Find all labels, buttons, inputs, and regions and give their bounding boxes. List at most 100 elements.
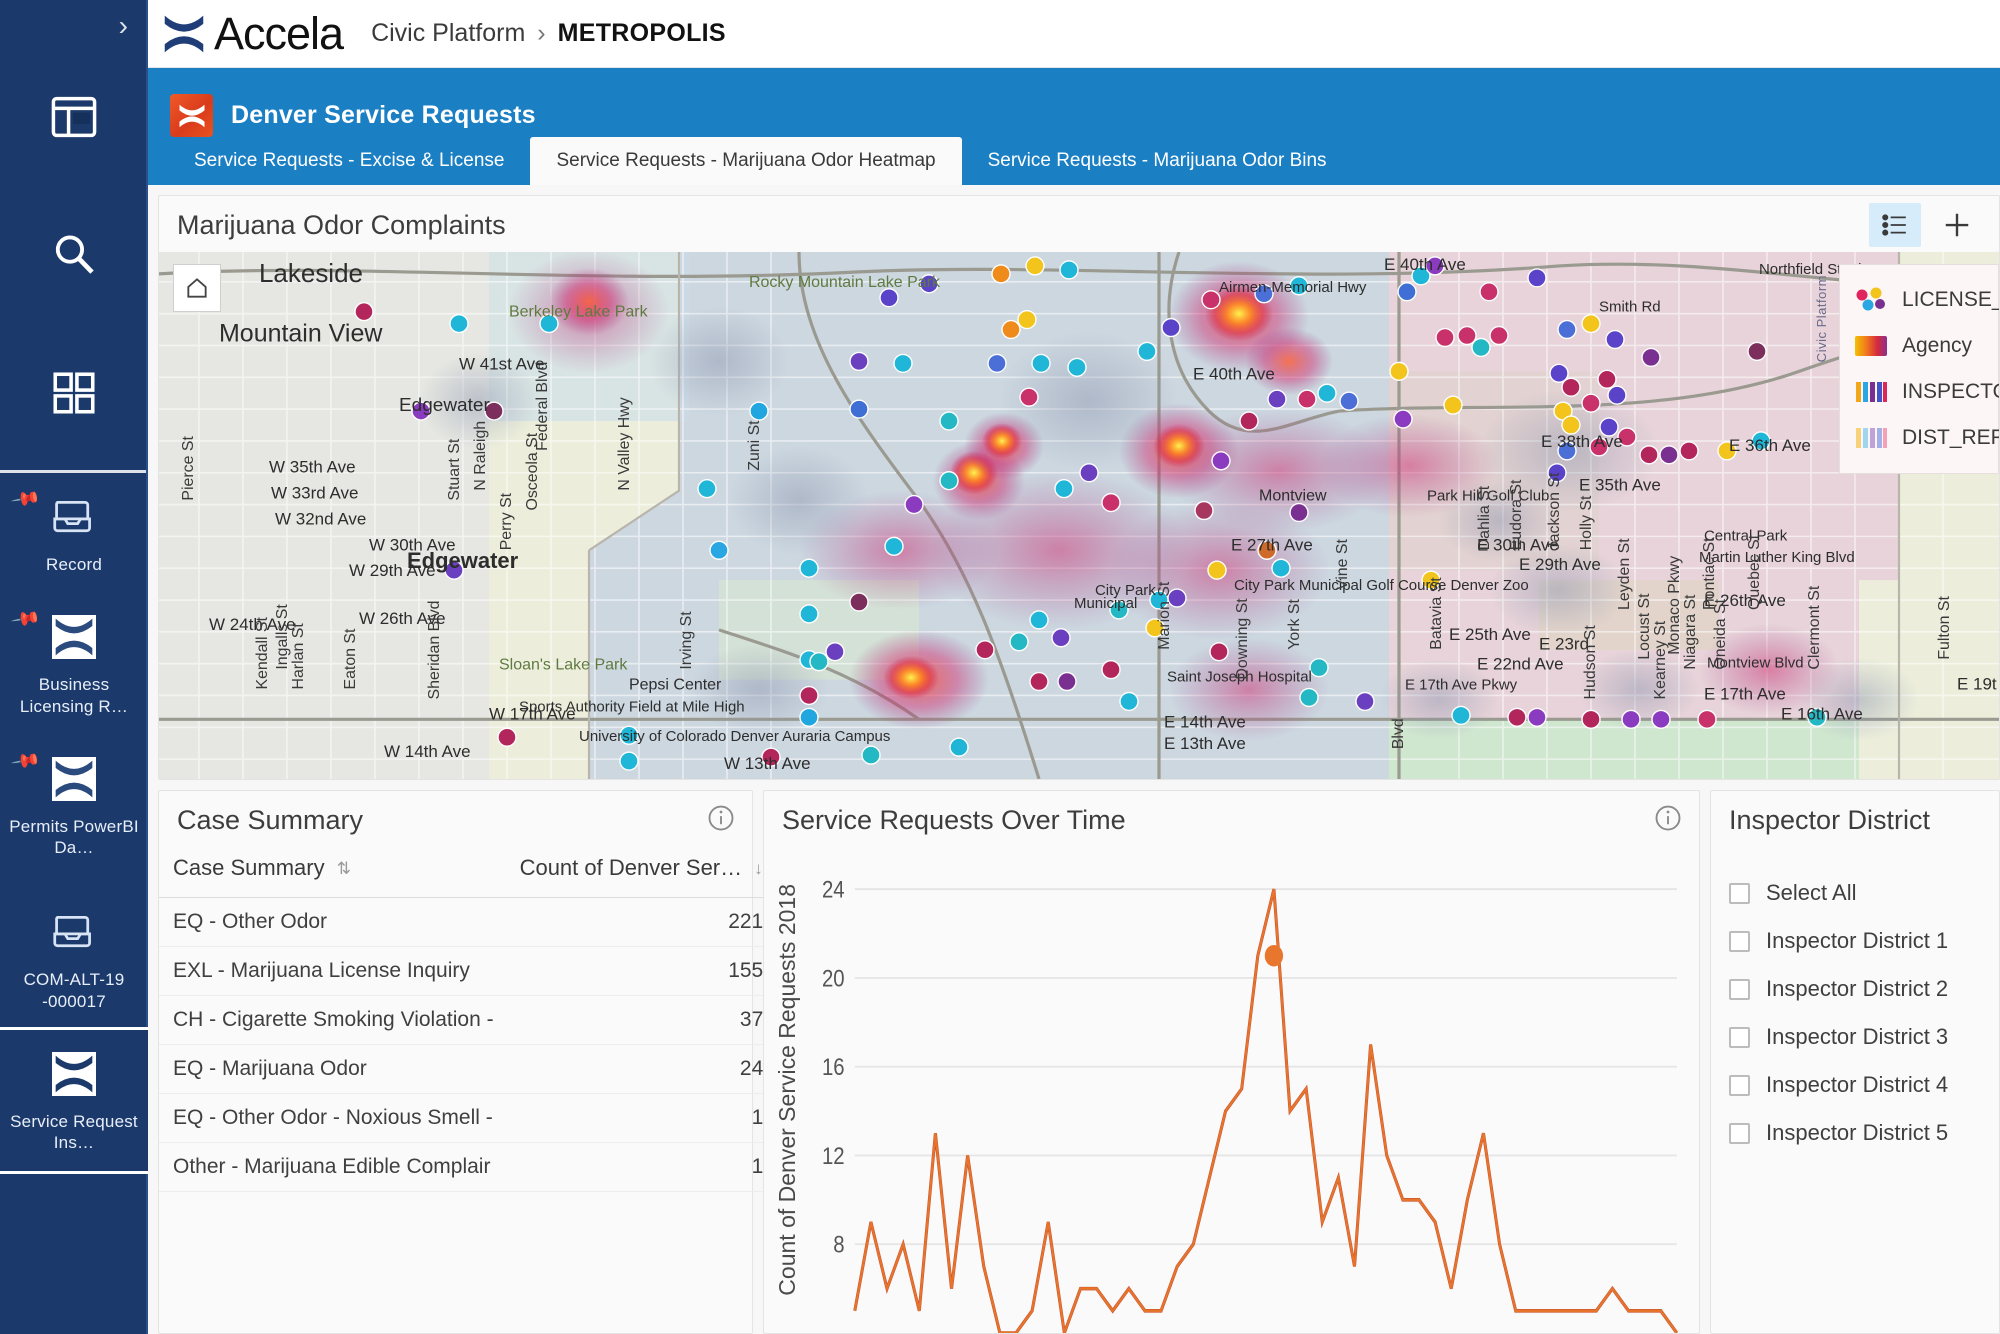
application-root: › 📌 Record 📌 Business Licensing R… 📌 Per… bbox=[0, 0, 2000, 1334]
breadcrumb-current: METROPOLIS bbox=[557, 19, 726, 47]
map-home-button[interactable] bbox=[173, 264, 221, 312]
svg-text:Edgewater: Edgewater bbox=[399, 395, 490, 416]
svg-text:W 29th Ave: W 29th Ave bbox=[349, 561, 436, 580]
cell-count: 221 bbox=[505, 897, 782, 947]
svg-text:E 40th Ave: E 40th Ave bbox=[1193, 364, 1275, 383]
district-option-1[interactable]: Inspector District 1 bbox=[1729, 917, 1989, 965]
line-chart-svg[interactable]: 8 12 16 20 24 bbox=[808, 855, 1683, 1334]
sort-icon[interactable]: ⇅ bbox=[337, 859, 351, 879]
svg-text:16: 16 bbox=[822, 1054, 845, 1081]
cell-count: 24 bbox=[505, 1044, 782, 1094]
district-option-select-all[interactable]: Select All bbox=[1729, 869, 1989, 917]
svg-text:Pierce St: Pierce St bbox=[180, 436, 197, 501]
checkbox[interactable] bbox=[1729, 1026, 1750, 1048]
sidebar-item-com-alt-record[interactable]: COM-ALT-19 -000017 bbox=[0, 876, 148, 1030]
col-case-summary[interactable]: Case Summary ⇅ bbox=[159, 849, 506, 898]
table-row[interactable]: EXL - Marijuana License Inquiry 155 bbox=[159, 946, 782, 996]
col-count[interactable]: Count of Denver Ser… ↓↑ bbox=[505, 849, 782, 898]
svg-text:W 13th Ave: W 13th Ave bbox=[724, 754, 811, 773]
svg-text:Sloan's Lake Park: Sloan's Lake Park bbox=[499, 657, 627, 674]
record-tray-icon bbox=[49, 495, 99, 544]
chart-plot-area: 8 12 16 20 24 bbox=[808, 855, 1683, 1334]
info-icon[interactable] bbox=[1653, 803, 1683, 838]
svg-text:Blvd: Blvd bbox=[1390, 718, 1407, 749]
svg-text:Lakeside: Lakeside bbox=[259, 260, 363, 288]
inspector-district-title: Inspector District bbox=[1729, 804, 1931, 835]
checkbox[interactable] bbox=[1729, 930, 1750, 952]
legend-item-inspector[interactable]: INSPECTO bbox=[1854, 369, 1999, 415]
map-card-title: Marijuana Odor Complaints bbox=[177, 209, 506, 240]
rail-collapse-chevron-right-icon[interactable]: › bbox=[119, 12, 128, 40]
legend-item-dist-rep[interactable]: DIST_REP bbox=[1854, 415, 1999, 461]
table-row[interactable]: Other - Marijuana Edible Complair 1 bbox=[159, 1142, 782, 1192]
add-layer-button[interactable] bbox=[1931, 203, 1983, 247]
district-option-4[interactable]: Inspector District 4 bbox=[1729, 1061, 1989, 1109]
sidebar-item-service-request-inspection[interactable]: Service Request Ins… bbox=[0, 1026, 151, 1175]
svg-text:Niagara St: Niagara St bbox=[1682, 594, 1699, 670]
table-row[interactable]: CH - Cigarette Smoking Violation - 37 bbox=[159, 995, 782, 1045]
case-summary-card: Case Summary Case Summary ⇅ Count of Den… bbox=[158, 790, 782, 1334]
svg-text:Martin Luther King Blvd: Martin Luther King Blvd bbox=[1699, 549, 1855, 566]
info-icon[interactable] bbox=[706, 803, 736, 838]
table-row[interactable]: EQ - Marijuana Odor 24 bbox=[159, 1044, 782, 1094]
svg-text:Sports Authority Field at Mile: Sports Authority Field at Mile High bbox=[519, 698, 745, 715]
app-header-band: Denver Service Requests Service Requests… bbox=[148, 68, 2000, 185]
app-title-group: Denver Service Requests bbox=[170, 94, 536, 137]
svg-text:W 14th Ave: W 14th Ave bbox=[384, 742, 471, 761]
district-option-3[interactable]: Inspector District 3 bbox=[1729, 1013, 1989, 1061]
legend-list-button[interactable] bbox=[1869, 203, 1921, 247]
checkbox[interactable] bbox=[1729, 978, 1750, 1000]
svg-text:Leyden St: Leyden St bbox=[1616, 538, 1633, 610]
sidebar-item-permits-powerbi[interactable]: 📌 Permits PowerBI Da… bbox=[0, 735, 148, 877]
sidebar-item-record[interactable]: 📌 Record bbox=[0, 473, 148, 593]
apps-grid-icon[interactable] bbox=[0, 324, 148, 462]
search-icon[interactable] bbox=[0, 186, 148, 324]
sidebar-item-business-licensing[interactable]: 📌 Business Licensing R… bbox=[0, 593, 148, 735]
checkbox[interactable] bbox=[1729, 1122, 1750, 1144]
tab-marijuana-odor-bins[interactable]: Service Requests - Marijuana Odor Bins bbox=[962, 137, 1353, 185]
legend-item-license[interactable]: LICENSE_ bbox=[1854, 277, 1999, 323]
over-time-tools bbox=[1653, 803, 1683, 838]
dashboard-icon[interactable] bbox=[0, 48, 148, 186]
table-row[interactable]: EQ - Other Odor 221 bbox=[159, 897, 782, 947]
bars-light-swatch-icon bbox=[1854, 425, 1888, 451]
svg-text:E 38th Ave: E 38th Ave bbox=[1541, 432, 1623, 451]
col-case-summary-label: Case Summary bbox=[173, 855, 325, 880]
svg-text:Jackson St: Jackson St bbox=[1546, 472, 1563, 550]
checkbox[interactable] bbox=[1729, 882, 1750, 904]
legend-item-agency[interactable]: Agency bbox=[1854, 323, 1990, 369]
gradient-swatch-icon bbox=[1854, 333, 1888, 359]
district-option-5[interactable]: Inspector District 5 bbox=[1729, 1109, 1989, 1157]
tab-marijuana-odor-heatmap[interactable]: Service Requests - Marijuana Odor Heatma… bbox=[530, 137, 962, 185]
legend-label: INSPECTO bbox=[1902, 380, 1999, 403]
chart-y-axis-label: Count of Denver Service Requests 2018 bbox=[770, 847, 804, 1333]
over-time-chart: Count of Denver Service Requests 2018 8 1… bbox=[764, 847, 1691, 1334]
table-row[interactable]: EQ - Other Odor - Noxious Smell - 1 bbox=[159, 1093, 782, 1143]
bottom-widgets-row: Case Summary Case Summary ⇅ Count of Den… bbox=[158, 790, 2000, 1334]
breadcrumb-parent[interactable]: Civic Platform bbox=[371, 19, 525, 48]
svg-text:Locust St: Locust St bbox=[1636, 593, 1653, 660]
svg-text:W 33rd Ave: W 33rd Ave bbox=[271, 484, 358, 503]
checkbox[interactable] bbox=[1729, 1074, 1750, 1096]
case-summary-tools bbox=[706, 803, 736, 838]
svg-text:E 13th Ave: E 13th Ave bbox=[1164, 734, 1246, 753]
district-option-label: Inspector District 5 bbox=[1766, 1120, 1949, 1145]
svg-text:8: 8 bbox=[833, 1231, 844, 1258]
svg-text:E 36th Ave: E 36th Ave bbox=[1729, 436, 1811, 455]
table-header-row: Case Summary ⇅ Count of Denver Ser… ↓↑ bbox=[159, 849, 782, 898]
accela-mark-icon bbox=[52, 615, 96, 664]
tab-excise-license[interactable]: Service Requests - Excise & License bbox=[168, 137, 530, 185]
svg-text:E 25th Ave: E 25th Ave bbox=[1449, 625, 1531, 644]
map-viewport[interactable]: Lakeside Mountain View Edgewater Edgewat… bbox=[159, 252, 1999, 779]
cell-case: EQ - Marijuana Odor bbox=[159, 1044, 506, 1094]
svg-text:Smith Rd: Smith Rd bbox=[1599, 299, 1661, 316]
district-option-2[interactable]: Inspector District 2 bbox=[1729, 965, 1989, 1013]
legend-label: Agency bbox=[1902, 334, 1973, 357]
legend-label: DIST_REP bbox=[1902, 426, 1999, 449]
district-option-label: Inspector District 2 bbox=[1766, 976, 1949, 1001]
svg-text:Rocky Mountain Lake Park: Rocky Mountain Lake Park bbox=[749, 274, 940, 291]
svg-text:City Park Municipal Golf Cours: City Park Municipal Golf Course Denver Z… bbox=[1234, 577, 1529, 594]
accela-mark-icon bbox=[52, 1051, 96, 1101]
district-option-label: Select All bbox=[1766, 880, 1857, 905]
col-count-label: Count of Denver Ser… bbox=[519, 855, 743, 880]
